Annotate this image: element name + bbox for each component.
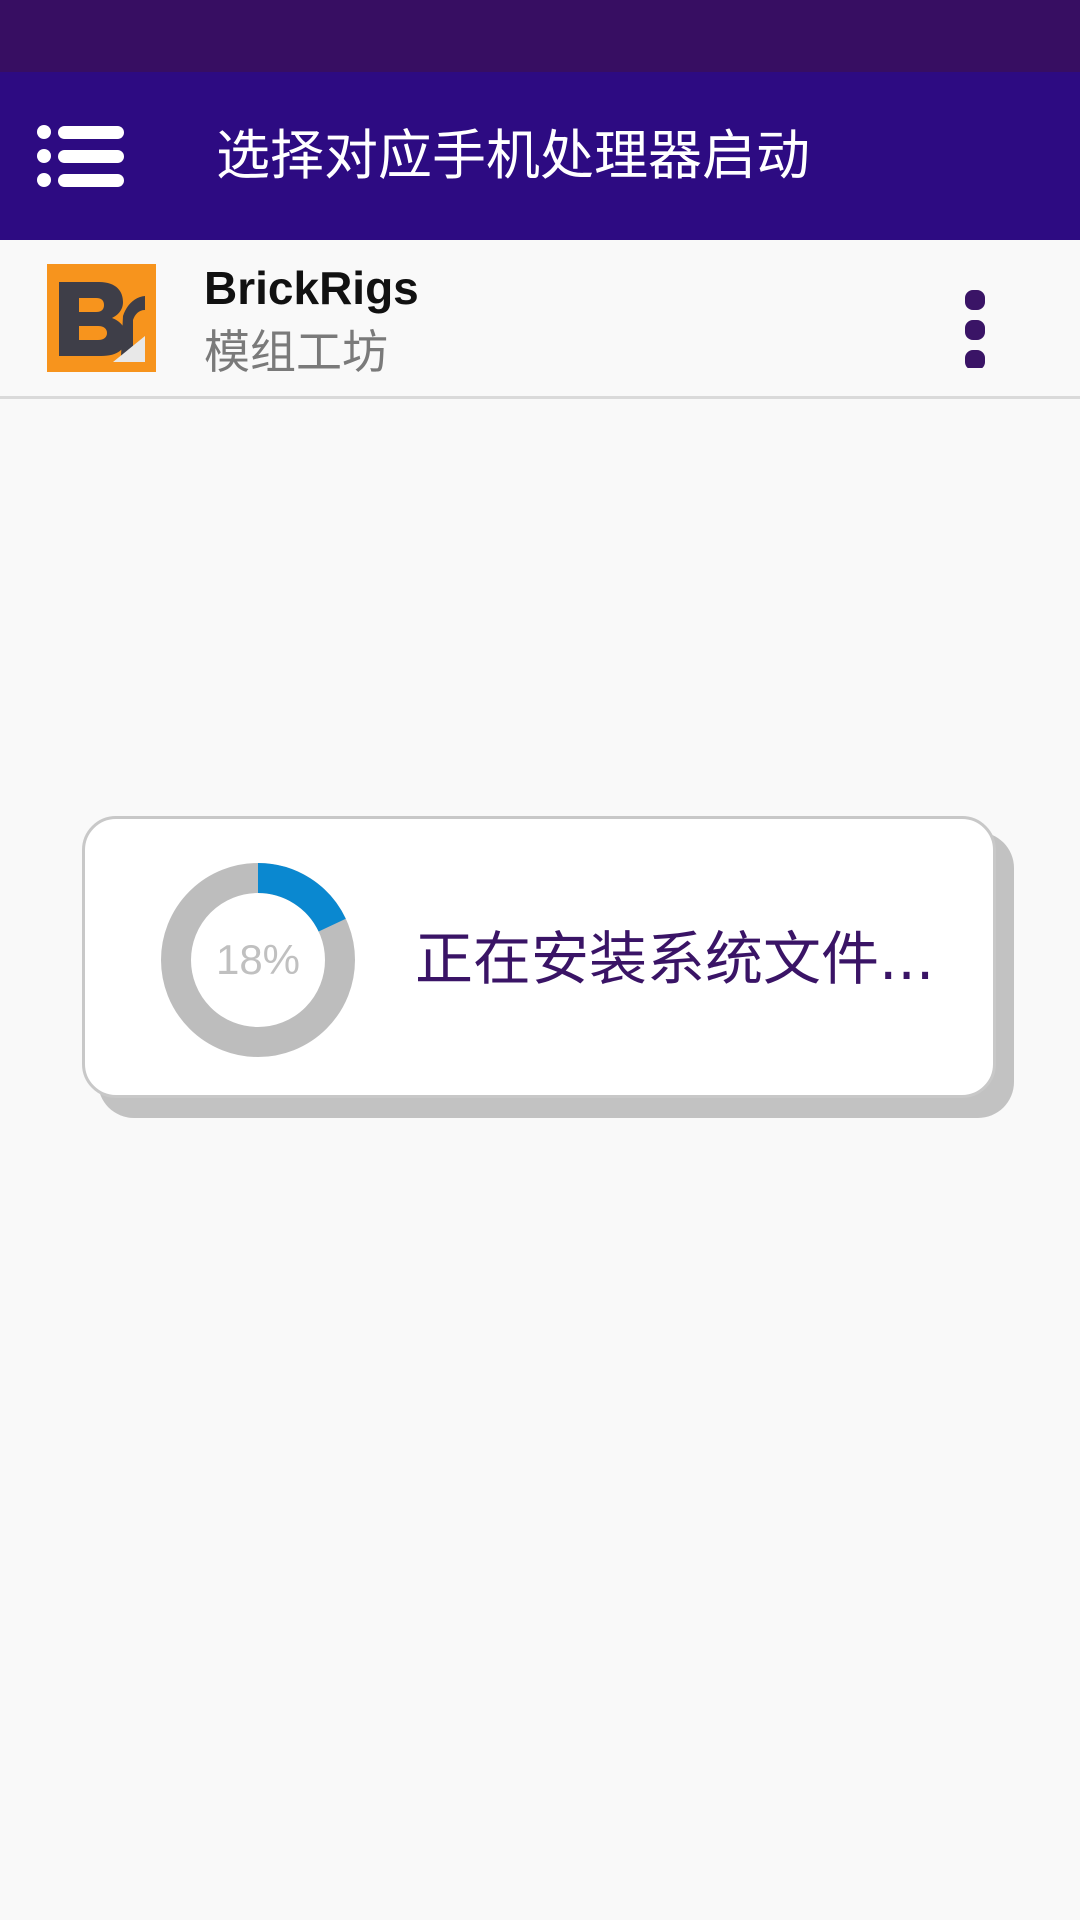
hamburger-menu-icon xyxy=(37,125,124,187)
progress-percent-label: 18% xyxy=(215,936,301,983)
progress-ring: 18% xyxy=(161,863,355,1057)
app-logo xyxy=(47,264,156,372)
app-bar: 选择对应手机处理器启动 xyxy=(0,72,1080,240)
app-subtitle: 模组工坊 xyxy=(204,325,388,379)
more-options-button[interactable] xyxy=(950,272,1000,368)
app-bar-title: 选择对应手机处理器启动 xyxy=(216,124,810,187)
app-row: BrickRigs 模组工坊 xyxy=(0,240,1080,399)
app-name: BrickRigs xyxy=(204,262,419,314)
vertical-dots-icon xyxy=(965,290,985,368)
status-bar xyxy=(0,0,1080,72)
install-status-message: 正在安装系统文件... xyxy=(415,925,935,993)
install-progress-dialog: 18% 正在安装系统文件... xyxy=(82,816,996,1098)
menu-button[interactable] xyxy=(36,116,130,196)
